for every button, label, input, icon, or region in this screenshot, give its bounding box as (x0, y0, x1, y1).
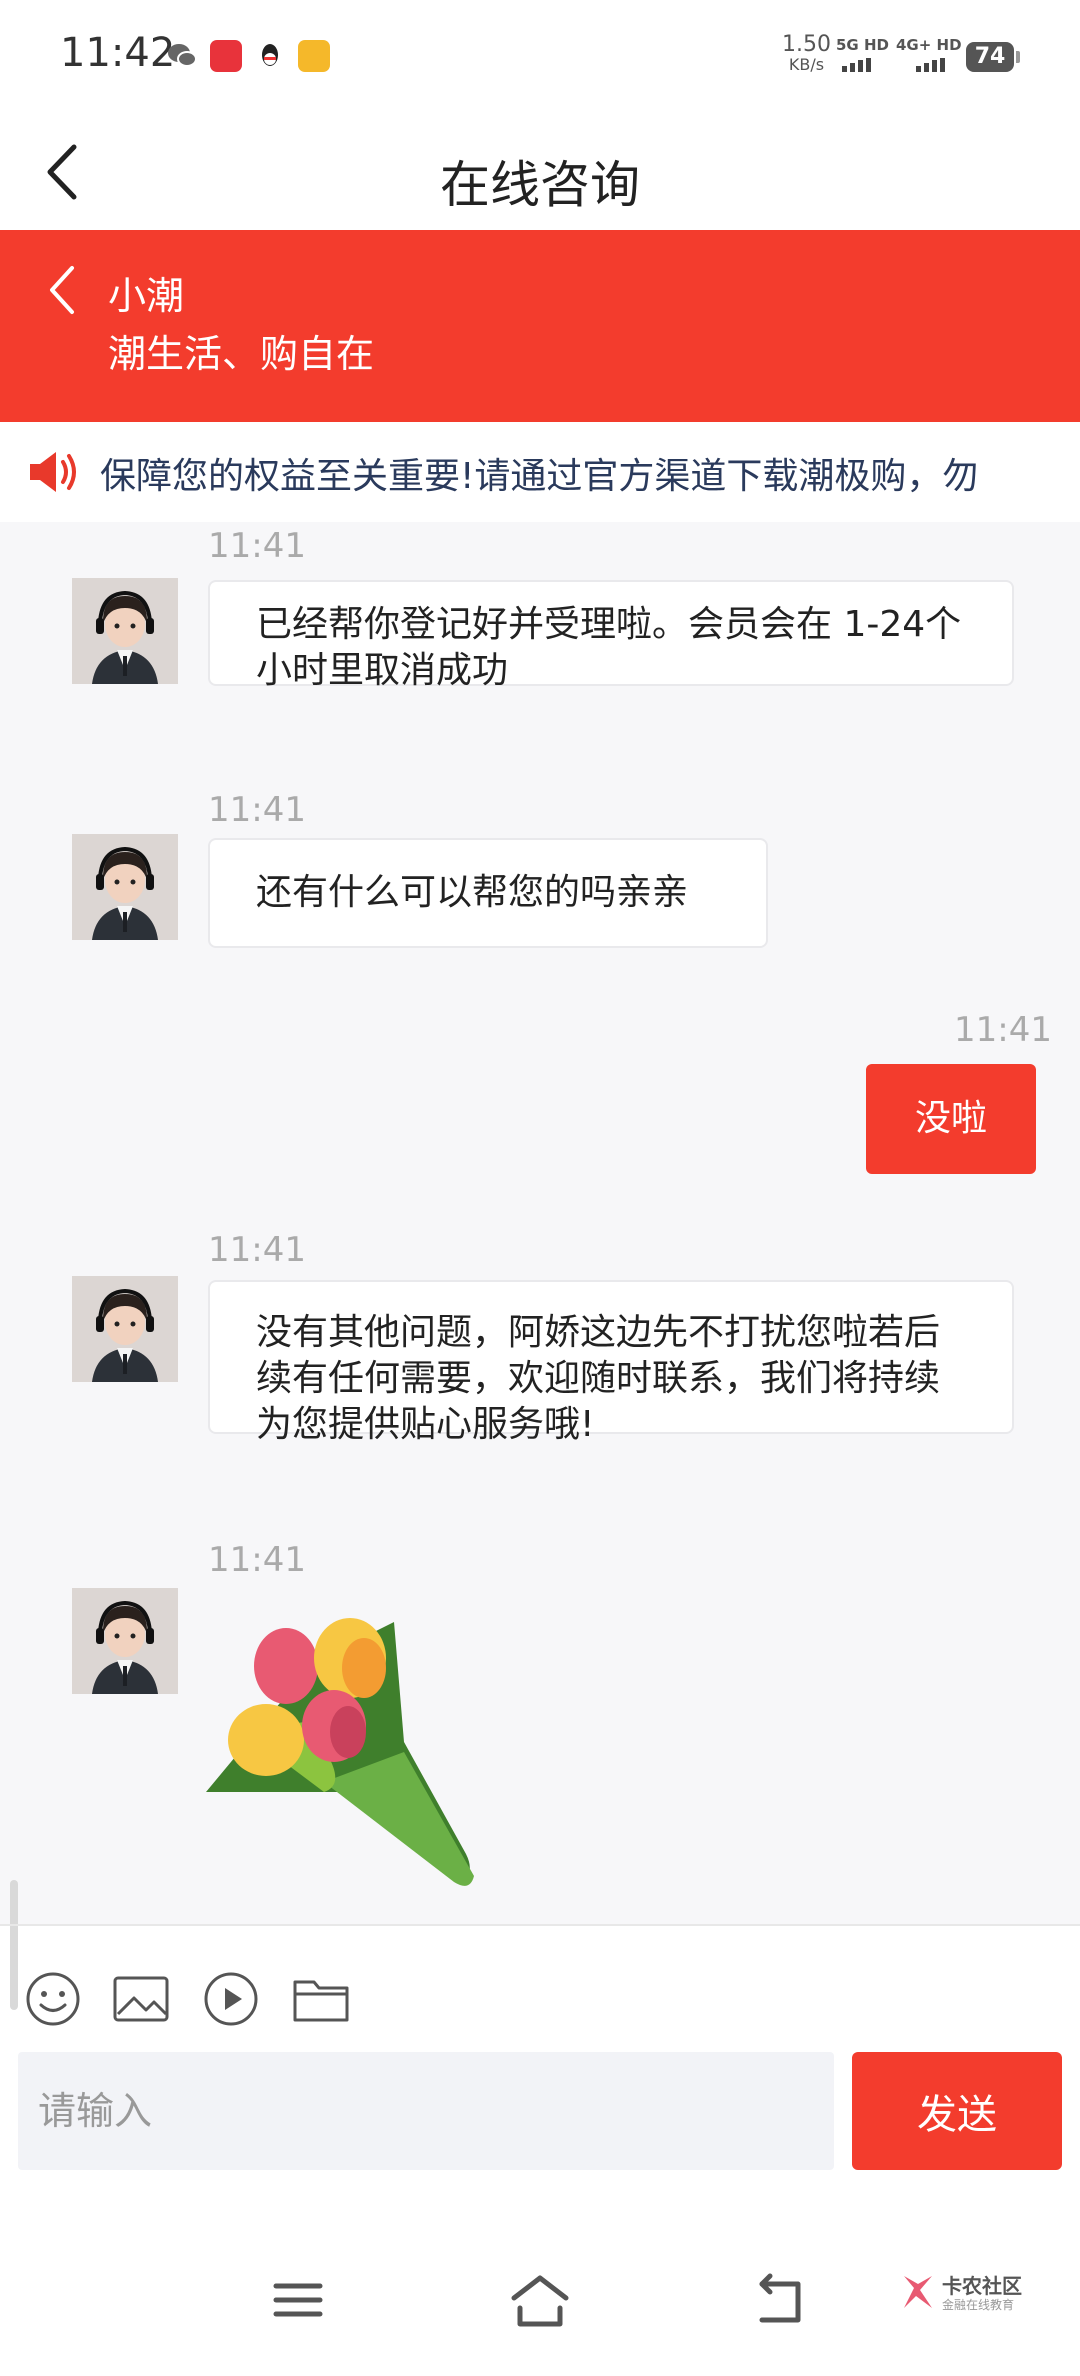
agent-avatar[interactable] (72, 1588, 178, 1694)
net-speed: 1.50 KB/s (782, 32, 831, 74)
message-time: 11:41 (208, 1540, 306, 1580)
agent-name: 小潮 (108, 274, 185, 318)
user-message-bubble[interactable]: 没啦 (866, 1064, 1036, 1174)
battery-icon: 74 (966, 42, 1020, 72)
watermark-logo-icon (904, 2276, 932, 2308)
system-nav-bar: 卡农社区 金融在线教育 (0, 2230, 1080, 2376)
message-text: 没啦 (914, 1098, 987, 1139)
scroll-indicator[interactable] (10, 1880, 18, 2010)
chat-header: 小潮 潮生活、购自在 (0, 230, 1080, 422)
yellow-app-icon (298, 40, 330, 72)
message-text: 没有其他问题，阿娇这边先不打扰您啦若后续有任何需要，欢迎随时联系，我们将持续为您… (256, 1312, 941, 1445)
agent-avatar-image (72, 1276, 178, 1382)
watermark-subtitle: 金融在线教育 (942, 2298, 1015, 2312)
message-input[interactable] (18, 2052, 834, 2170)
message-text: 已经帮你登记好并受理啦。会员会在 1-24个小时里取消成功 (256, 604, 962, 691)
agent-avatar[interactable] (72, 1276, 178, 1382)
watermark: 卡农社区 金融在线教育 (900, 2266, 1050, 2326)
agent-avatar[interactable] (72, 834, 178, 940)
video-icon[interactable] (202, 1970, 260, 2028)
agent-avatar-image (72, 834, 178, 940)
sim1-signal-icon (842, 58, 871, 72)
home-icon[interactable] (510, 2270, 570, 2330)
agent-avatar-image (72, 1588, 178, 1694)
image-icon[interactable] (112, 1970, 170, 2028)
sim1-label: 5G HD (836, 36, 889, 54)
notice-bar: 保障您的权益至关重要!请通过官方渠道下载潮极购，勿 (0, 422, 1080, 522)
qq-icon (262, 44, 278, 66)
notice-text: 保障您的权益至关重要!请通过官方渠道下载潮极购，勿 (100, 456, 979, 497)
message-list[interactable]: 11:41 已经帮你登记好并受理啦。会员会在 1-24个小时里取消成功 11:4… (0, 522, 1080, 1924)
chevron-left-icon[interactable] (40, 260, 84, 320)
message-text: 还有什么可以帮您的吗亲亲 (256, 872, 689, 913)
agent-avatar[interactable] (72, 578, 178, 684)
agent-avatar-image (72, 578, 178, 684)
divider (0, 1924, 1080, 1926)
red-app-icon (210, 40, 242, 72)
status-bar: 11:42 1.50 KB/s 5G HD 4G+ HD 74 (0, 0, 1080, 115)
watermark-title: 卡农社区 (942, 2274, 1022, 2298)
send-button[interactable]: 发送 (852, 2052, 1062, 2170)
folder-icon[interactable] (292, 1970, 350, 2028)
message-time: 11:41 (954, 1010, 1052, 1050)
status-time: 11:42 (60, 30, 176, 76)
message-time: 11:41 (208, 790, 306, 830)
sim2-signal-icon (916, 58, 945, 72)
wechat-icon (168, 44, 197, 67)
agent-message-bubble[interactable]: 还有什么可以帮您的吗亲亲 (208, 838, 768, 948)
agent-message-bubble[interactable]: 没有其他问题，阿娇这边先不打扰您啦若后续有任何需要，欢迎随时联系，我们将持续为您… (208, 1280, 1014, 1445)
speaker-icon (30, 452, 76, 492)
sim2-label: 4G+ HD (896, 36, 962, 54)
message-time: 11:41 (208, 1230, 306, 1270)
agent-message-bubble[interactable]: 已经帮你登记好并受理啦。会员会在 1-24个小时里取消成功 (208, 580, 1014, 691)
menu-icon[interactable] (268, 2270, 328, 2330)
message-time: 11:41 (208, 526, 306, 566)
agent-slogan: 潮生活、购自在 (108, 332, 375, 376)
page-title: 在线咨询 (440, 156, 640, 214)
tulip-bouquet-sticker[interactable] (204, 1592, 484, 1922)
title-bar: 在线咨询 (0, 115, 1080, 230)
emoji-icon[interactable] (24, 1970, 82, 2028)
back-nav-icon[interactable] (750, 2270, 810, 2330)
